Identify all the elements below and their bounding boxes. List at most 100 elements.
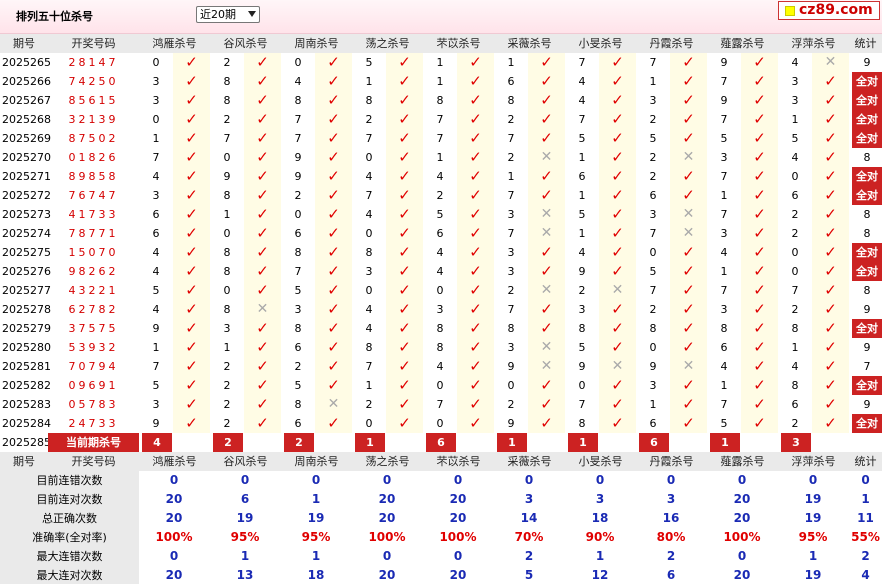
check-icon: ✓	[741, 357, 778, 376]
kill-value: 9	[294, 170, 302, 183]
kill-value: 1	[507, 56, 515, 69]
stats-value: 95%	[798, 530, 828, 544]
period-select[interactable]: 近20期	[196, 6, 260, 23]
kill-value: 8	[791, 379, 799, 392]
check-icon: ✓	[315, 262, 352, 281]
kill-value: 0	[152, 56, 160, 69]
check-icon: ✓	[244, 148, 281, 167]
stats-value: 19	[804, 492, 822, 506]
check-icon: ✓	[812, 262, 849, 281]
stats-value: 20	[378, 568, 396, 582]
kill-value: 7	[720, 398, 728, 411]
kill-value: 4	[436, 360, 444, 373]
check-icon: ✓	[528, 243, 565, 262]
stats-value: 0	[453, 473, 463, 487]
kill-value: 3	[223, 322, 231, 335]
kill-value: 5	[436, 208, 444, 221]
kill-value: 8	[436, 94, 444, 107]
kill-value: 7	[436, 113, 444, 126]
column-header-killer: 浮萍杀号	[778, 452, 849, 471]
check-icon: ✓	[457, 319, 494, 338]
check-icon: ✓	[173, 395, 210, 414]
kill-value: 2	[365, 113, 373, 126]
kill-value: 7	[649, 56, 657, 69]
kill-value: 0	[152, 113, 160, 126]
check-icon: ✓	[528, 186, 565, 205]
all-correct-badge: 全对	[852, 376, 882, 395]
check-icon: ✓	[244, 91, 281, 110]
issue-number: 2025266	[2, 75, 51, 88]
check-icon: ✓	[741, 148, 778, 167]
check-icon: ✓	[812, 148, 849, 167]
top-bar: 排列五十位杀号 近20期 cz89.com	[0, 0, 882, 34]
kill-value: 2	[223, 56, 231, 69]
check-icon: ✓	[741, 72, 778, 91]
kill-value: 4	[365, 170, 373, 183]
kill-value: 3	[294, 303, 302, 316]
check-icon: ✓	[528, 91, 565, 110]
column-header-killer: 鸿雁杀号	[139, 34, 210, 53]
check-icon: ✓	[173, 243, 210, 262]
table-row: 2025270 01826 7 ✓ 0 ✓ 9 ✓ 0 ✓ 1 ✓ 2 ✕ 1 ✓ 2 ✕ 3 ✓ 4 ✓ 8	[0, 148, 882, 167]
check-icon: ✓	[528, 395, 565, 414]
site-logo[interactable]: cz89.com	[778, 1, 880, 20]
kill-value: 7	[578, 56, 586, 69]
kill-value: 1	[578, 151, 586, 164]
check-icon: ✓	[315, 110, 352, 129]
check-icon: ✓	[173, 338, 210, 357]
column-header-killer: 小旻杀号	[565, 34, 636, 53]
kill-value: 6	[649, 417, 657, 430]
kill-value: 7	[720, 170, 728, 183]
kill-value: 8	[223, 189, 231, 202]
check-icon: ✓	[812, 414, 849, 433]
kill-value: 7	[578, 398, 586, 411]
column-header-killer: 薤露杀号	[707, 452, 778, 471]
kill-value: 4	[791, 360, 799, 373]
kill-value: 1	[720, 189, 728, 202]
stats-value: 95%	[230, 530, 260, 544]
check-icon: ✓	[244, 395, 281, 414]
kill-value: 1	[436, 56, 444, 69]
draw-numbers: 41733	[68, 208, 119, 221]
kill-value: 5	[791, 132, 799, 145]
kill-value: 3	[649, 94, 657, 107]
kill-value: 2	[223, 398, 231, 411]
stats-value: 20	[165, 568, 183, 582]
check-icon: ✓	[244, 205, 281, 224]
check-icon: ✓	[386, 319, 423, 338]
stats-value: 0	[240, 473, 250, 487]
kill-value: 0	[436, 379, 444, 392]
cross-icon: ✕	[528, 357, 565, 376]
kill-value: 1	[152, 341, 160, 354]
kill-value: 1	[649, 75, 657, 88]
current-kill-value: 4	[142, 433, 172, 452]
kill-value: 7	[649, 227, 657, 240]
check-icon: ✓	[670, 281, 707, 300]
check-icon: ✓	[741, 376, 778, 395]
draw-numbers: 85615	[68, 94, 119, 107]
kill-value: 5	[578, 132, 586, 145]
check-icon: ✓	[386, 110, 423, 129]
kill-value: 0	[294, 56, 302, 69]
issue-number: 2025276	[2, 265, 51, 278]
kill-value: 5	[720, 132, 728, 145]
stat-count: 9	[863, 398, 871, 411]
kill-value: 7	[720, 75, 728, 88]
issue-number: 2025270	[2, 151, 51, 164]
column-header-killer: 薤露杀号	[707, 34, 778, 53]
kill-value: 8	[365, 246, 373, 259]
check-icon: ✓	[173, 148, 210, 167]
kill-value: 6	[294, 227, 302, 240]
kill-value: 0	[365, 227, 373, 240]
check-icon: ✓	[315, 129, 352, 148]
kill-value: 7	[507, 189, 515, 202]
header-row: 期号 开奖号码 鸿雁杀号 谷风杀号 周南杀号 荡之杀号 芣苡杀号 采薇杀号 小旻杀号 丹霞杀号 薤露…	[0, 34, 882, 53]
kill-value: 4	[152, 170, 160, 183]
check-icon: ✓	[528, 53, 565, 72]
check-icon: ✓	[670, 72, 707, 91]
check-icon: ✓	[599, 148, 636, 167]
check-icon: ✓	[386, 414, 423, 433]
kill-value: 1	[436, 75, 444, 88]
kill-value: 9	[223, 170, 231, 183]
table-row: 2025268 32139 0 ✓ 2 ✓ 7 ✓ 2 ✓ 7 ✓ 2 ✓ 7 ✓ 2 ✓ 7 ✓ 1 ✓ 全对	[0, 110, 882, 129]
